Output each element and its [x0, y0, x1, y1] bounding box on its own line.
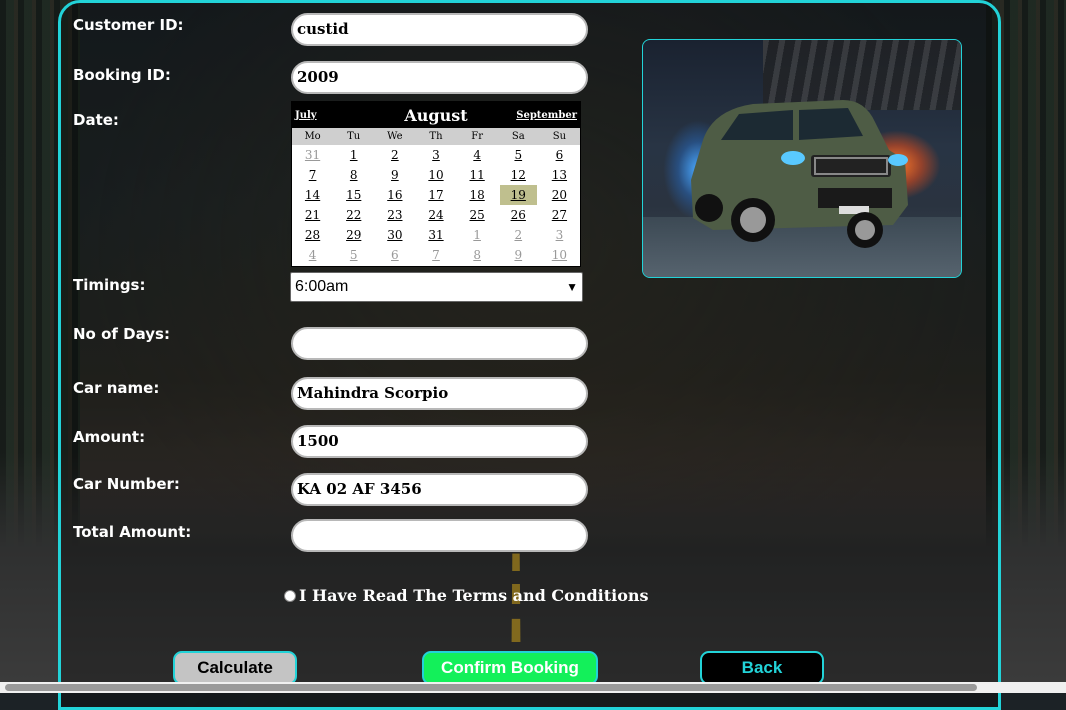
calendar-day[interactable]: 22 [333, 205, 374, 225]
calendar-weekday: Mo [304, 131, 321, 142]
date-label: Date: [73, 111, 119, 129]
calendar-day[interactable]: 2 [498, 225, 539, 245]
calendar-day[interactable]: 30 [374, 225, 415, 245]
calendar-day[interactable]: 10 [539, 245, 580, 265]
timings-label: Timings: [73, 276, 146, 294]
calendar-days-grid: 31 1 2 3 4 5 6 7 8 9 10 11 12 13 14 15 16 17 18 19 20 21 22 23 2… [292, 145, 580, 265]
calendar-day[interactable]: 11 [457, 165, 498, 185]
car-image [642, 39, 962, 278]
scrollbar-thumb[interactable] [5, 684, 977, 691]
no-of-days-label: No of Days: [73, 325, 170, 343]
customer-id-field[interactable]: custid [291, 13, 588, 46]
calendar-day[interactable]: 19 [499, 185, 537, 205]
amount-field[interactable]: 1500 [291, 425, 588, 458]
calendar-weekday: Tu [347, 131, 361, 142]
calendar-day[interactable]: 3 [539, 225, 580, 245]
calendar-weekday: Su [552, 131, 567, 142]
calendar-day[interactable]: 27 [539, 205, 580, 225]
terms-label: I Have Read The Terms and Conditions [299, 586, 649, 605]
calendar-weekday: Fr [471, 131, 483, 142]
chevron-down-icon: ▼ [566, 280, 578, 294]
calendar-day[interactable]: 13 [539, 165, 580, 185]
calendar-day[interactable]: 18 [457, 185, 498, 205]
calendar-header: July August September [292, 102, 580, 128]
calendar-day[interactable]: 29 [333, 225, 374, 245]
calendar-day[interactable]: 17 [415, 185, 456, 205]
car-number-label: Car Number: [73, 475, 180, 493]
calendar-weekday: Sa [511, 131, 525, 142]
calendar-day[interactable]: 1 [333, 145, 374, 165]
amount-label: Amount: [73, 428, 146, 446]
calendar-day[interactable]: 31 [415, 225, 456, 245]
calendar-day[interactable]: 23 [374, 205, 415, 225]
confirm-booking-button[interactable]: Confirm Booking [422, 651, 598, 685]
calendar-day[interactable]: 6 [374, 245, 415, 265]
calendar-weekday: Th [429, 131, 443, 142]
back-button[interactable]: Back [700, 651, 824, 685]
calendar-day[interactable]: 21 [292, 205, 333, 225]
calendar-day[interactable]: 8 [457, 245, 498, 265]
car-illustration [691, 100, 908, 248]
terms-radio[interactable] [284, 589, 296, 602]
calendar-day[interactable]: 25 [457, 205, 498, 225]
timings-select[interactable]: 6:00am ▼ [290, 272, 583, 302]
calendar-next-month-link[interactable]: September [516, 110, 577, 121]
horizontal-scrollbar[interactable] [0, 682, 1066, 693]
calendar-day[interactable]: 5 [498, 145, 539, 165]
calendar-day[interactable]: 7 [415, 245, 456, 265]
booking-id-label: Booking ID: [73, 66, 171, 84]
customer-id-label: Customer ID: [73, 16, 184, 34]
calendar-day[interactable]: 2 [374, 145, 415, 165]
calendar-day[interactable]: 3 [415, 145, 456, 165]
calendar-day[interactable]: 5 [333, 245, 374, 265]
calendar-day[interactable]: 14 [292, 185, 333, 205]
calendar-day[interactable]: 4 [292, 245, 333, 265]
car-name-label: Car name: [73, 379, 160, 397]
total-amount-field[interactable] [291, 519, 588, 552]
calendar-day[interactable]: 31 [292, 145, 333, 165]
date-calendar: July August September Mo Tu We Th Fr Sa Su 31 1… [291, 101, 581, 267]
calendar-day[interactable]: 9 [498, 245, 539, 265]
calendar-day[interactable]: 15 [333, 185, 374, 205]
calendar-day[interactable]: 9 [374, 165, 415, 185]
calendar-day[interactable]: 1 [457, 225, 498, 245]
calendar-day[interactable]: 7 [292, 165, 333, 185]
calendar-weekday: We [387, 131, 403, 142]
car-name-field[interactable]: Mahindra Scorpio [291, 377, 588, 410]
calendar-day[interactable]: 10 [415, 165, 456, 185]
calendar-day[interactable]: 16 [374, 185, 415, 205]
calendar-weekday-row: Mo Tu We Th Fr Sa Su [292, 128, 580, 145]
calendar-day[interactable]: 24 [415, 205, 456, 225]
calendar-day[interactable]: 8 [333, 165, 374, 185]
terms-checkbox-row[interactable]: I Have Read The Terms and Conditions [284, 586, 649, 605]
calculate-button[interactable]: Calculate [173, 651, 297, 685]
booking-id-field[interactable]: 2009 [291, 61, 588, 94]
timings-selected-value: 6:00am [295, 278, 349, 295]
calendar-day[interactable]: 6 [539, 145, 580, 165]
calendar-day[interactable]: 26 [498, 205, 539, 225]
no-of-days-field[interactable] [291, 327, 588, 360]
total-amount-label: Total Amount: [73, 523, 192, 541]
calendar-day[interactable]: 20 [539, 185, 580, 205]
car-number-field[interactable]: KA 02 AF 3456 [291, 473, 588, 506]
calendar-day[interactable]: 4 [457, 145, 498, 165]
calendar-day[interactable]: 28 [292, 225, 333, 245]
calendar-day[interactable]: 12 [498, 165, 539, 185]
